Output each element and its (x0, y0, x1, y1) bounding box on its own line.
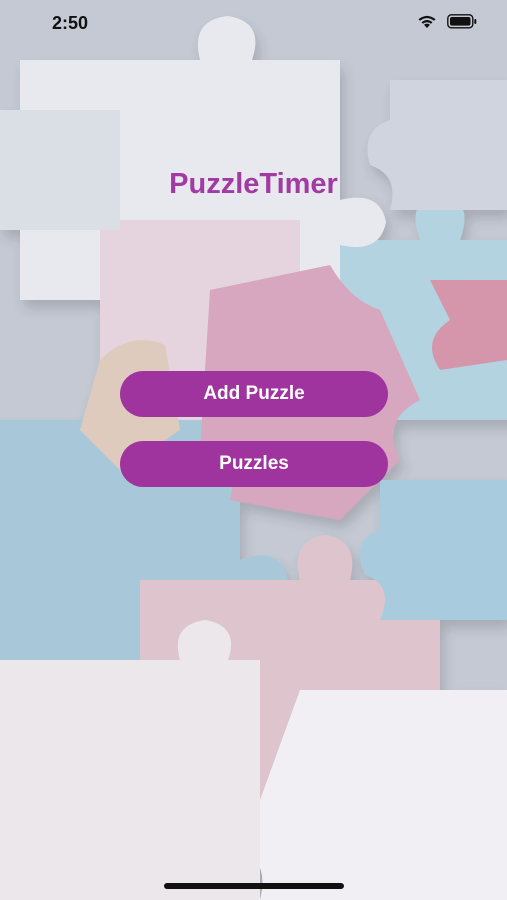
wifi-icon (417, 14, 437, 29)
add-puzzle-button[interactable]: Add Puzzle (120, 371, 388, 417)
app-screen: 2:50 PuzzleTimer Add Puzzle Puzzles (0, 0, 507, 900)
status-icons (417, 14, 477, 29)
battery-icon (447, 14, 477, 29)
app-title: PuzzleTimer (169, 168, 338, 200)
status-bar: 2:50 (0, 0, 507, 48)
puzzles-button[interactable]: Puzzles (120, 441, 388, 487)
home-indicator[interactable] (164, 883, 344, 889)
status-time: 2:50 (52, 13, 89, 33)
